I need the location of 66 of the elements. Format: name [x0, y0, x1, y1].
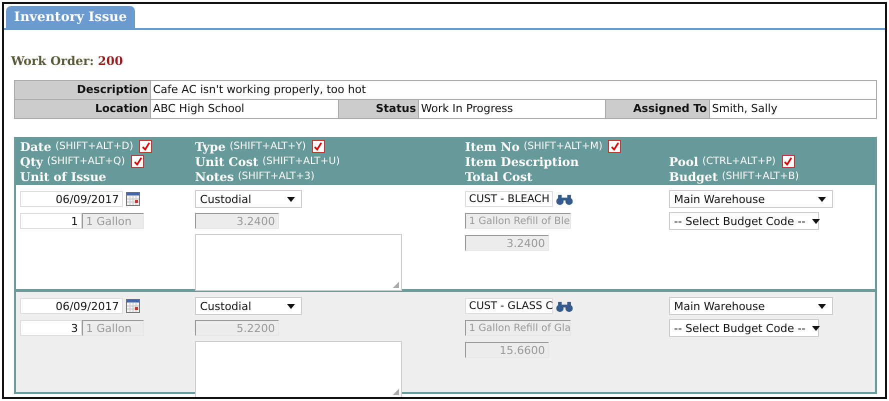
- notes-field[interactable]: [195, 341, 402, 397]
- date-field[interactable]: 06/09/2017: [20, 191, 123, 207]
- caret-icon: [287, 196, 295, 202]
- checkbox[interactable]: [608, 140, 622, 153]
- budget-dropdown[interactable]: -- Select Budget Code --: [669, 319, 819, 337]
- description-label: Description: [15, 81, 151, 99]
- column-heading: Total Cost: [465, 170, 532, 184]
- calendar-icon[interactable]: [126, 299, 140, 313]
- column-heading: Qty: [20, 154, 43, 168]
- unit-field: 1 Gallon: [82, 320, 144, 336]
- work-order-number: 200: [98, 54, 123, 68]
- shortcut-hint: (CTRL+ALT+P): [702, 156, 776, 167]
- caret-icon: [818, 196, 826, 202]
- column-heading: Unit of Issue: [20, 170, 106, 184]
- shortcut-hint: (SHIFT+ALT+U): [262, 156, 340, 167]
- budget-dropdown[interactable]: -- Select Budget Code --: [669, 212, 819, 230]
- total-cost-field: 3.2400: [465, 235, 549, 251]
- column-heading: Notes: [195, 170, 234, 184]
- column-heading: Pool: [669, 154, 698, 168]
- checkbox[interactable]: [782, 155, 795, 168]
- shortcut-hint: (SHIFT+ALT+Y): [230, 141, 306, 152]
- column-heading: Item Description: [465, 154, 579, 168]
- column-heading: Date: [20, 140, 52, 154]
- description-value: Cafe AC isn't working properly, too hot: [152, 82, 367, 98]
- calendar-icon[interactable]: [126, 192, 140, 206]
- checkbox[interactable]: [139, 140, 152, 153]
- pool-dropdown[interactable]: Main Warehouse: [669, 297, 833, 315]
- type-dropdown[interactable]: Custodial: [195, 190, 302, 208]
- column-heading: Type: [195, 140, 226, 154]
- type-dropdown[interactable]: Custodial: [195, 297, 302, 315]
- item-description-field: 1 Gallon Refill of Gla: [465, 320, 571, 336]
- assigned-to-value: Smith, Sally: [711, 101, 778, 117]
- column-heading: Item No: [465, 140, 520, 154]
- caret-icon: [287, 304, 295, 308]
- resize-grip-icon: [393, 389, 399, 395]
- checkbox[interactable]: [131, 155, 144, 168]
- work-order-label: Work Order:: [11, 54, 94, 68]
- caret-icon: [812, 218, 820, 224]
- binoculars-icon[interactable]: [555, 194, 574, 204]
- caret-icon: [818, 304, 826, 308]
- assigned-to-label: Assigned To: [606, 100, 710, 118]
- shortcut-hint: (SHIFT+ALT+M): [524, 141, 602, 152]
- unit-field: 1 Gallon: [82, 213, 144, 229]
- binoculars-icon[interactable]: [555, 300, 574, 312]
- total-cost-field: 15.6600: [465, 342, 549, 358]
- item-description-field: 1 Gallon Refill of Ble: [465, 213, 571, 229]
- item-number-field[interactable]: CUST - GLASS C: [465, 298, 553, 314]
- status-label: Status: [339, 100, 419, 118]
- date-field[interactable]: 06/09/2017: [20, 298, 123, 314]
- shortcut-hint: (SHIFT+ALT+B): [722, 171, 799, 182]
- unit-cost-field: 5.2200: [195, 320, 279, 336]
- unit-cost-field: 3.2400: [195, 213, 279, 229]
- location-label: Location: [15, 100, 151, 118]
- pool-dropdown[interactable]: Main Warehouse: [669, 190, 833, 208]
- item-number-field[interactable]: CUST - BLEACH: [465, 191, 553, 207]
- column-heading: Unit Cost: [195, 154, 258, 168]
- caret-icon: [812, 326, 820, 330]
- resize-grip-icon: [393, 282, 399, 288]
- shortcut-hint: (SHIFT+ALT+Q): [46, 156, 126, 167]
- shortcut-hint: (SHIFT+ALT+3): [238, 171, 314, 182]
- notes-field[interactable]: [195, 234, 402, 291]
- quantity-field[interactable]: 1: [20, 213, 82, 229]
- column-heading: Budget: [669, 170, 718, 184]
- shortcut-hint: (SHIFT+ALT+D): [55, 141, 134, 152]
- quantity-field[interactable]: 3: [20, 320, 82, 336]
- checkbox[interactable]: [312, 140, 325, 153]
